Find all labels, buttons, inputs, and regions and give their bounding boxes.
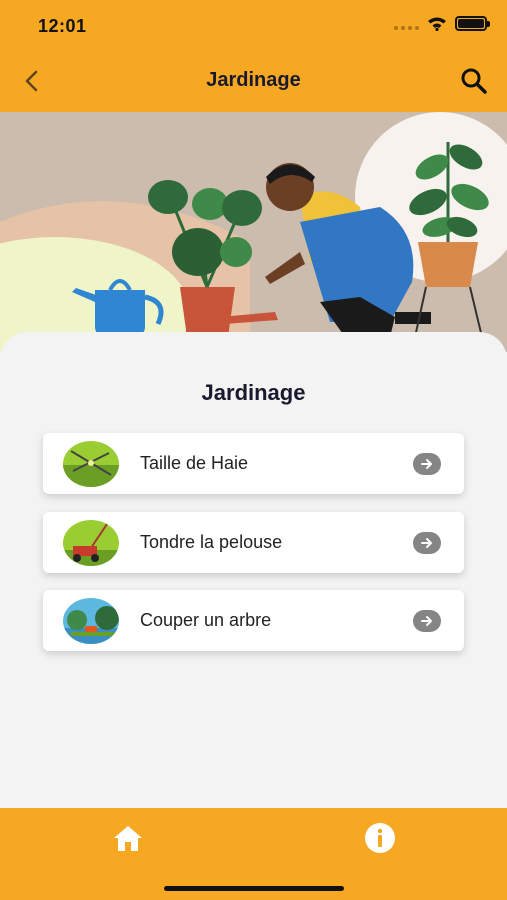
section-title: Jardinage <box>201 380 306 405</box>
content-sheet: Jardinage Taille de Haie Tondre la pelou… <box>0 332 507 808</box>
hedge-trimming-icon <box>63 440 119 487</box>
hero-illustration <box>0 112 507 352</box>
status-bar: 12:01 <box>0 0 507 50</box>
info-icon[interactable] <box>364 822 396 854</box>
arrow-right-icon[interactable] <box>413 531 441 554</box>
list-item-label: Tondre la pelouse <box>140 532 283 552</box>
tree-cutting-icon <box>63 597 119 644</box>
tab-bar <box>0 808 507 900</box>
search-icon[interactable] <box>459 66 489 96</box>
wifi-icon <box>428 17 446 31</box>
list-item-label: Taille de Haie <box>140 453 249 473</box>
gardener-illustration <box>0 112 507 352</box>
list-item-taille-de-haie[interactable]: Taille de Haie <box>43 433 464 494</box>
home-icon[interactable] <box>112 823 144 853</box>
signal-dots-icon <box>394 18 419 30</box>
status-time: 12:01 <box>38 16 87 36</box>
nav-bar: Jardinage <box>0 50 507 112</box>
home-indicator <box>164 886 344 891</box>
list-item-couper-un-arbre[interactable]: Couper un arbre <box>43 590 464 651</box>
page-title: Jardinage <box>206 69 301 91</box>
status-icons <box>394 16 490 31</box>
battery-icon <box>455 16 490 31</box>
list-item-label: Couper un arbre <box>140 610 272 630</box>
arrow-right-icon[interactable] <box>413 609 441 632</box>
list-item-tondre-la-pelouse[interactable]: Tondre la pelouse <box>43 512 464 573</box>
lawn-mower-icon <box>63 519 119 566</box>
arrow-right-icon[interactable] <box>413 452 441 475</box>
